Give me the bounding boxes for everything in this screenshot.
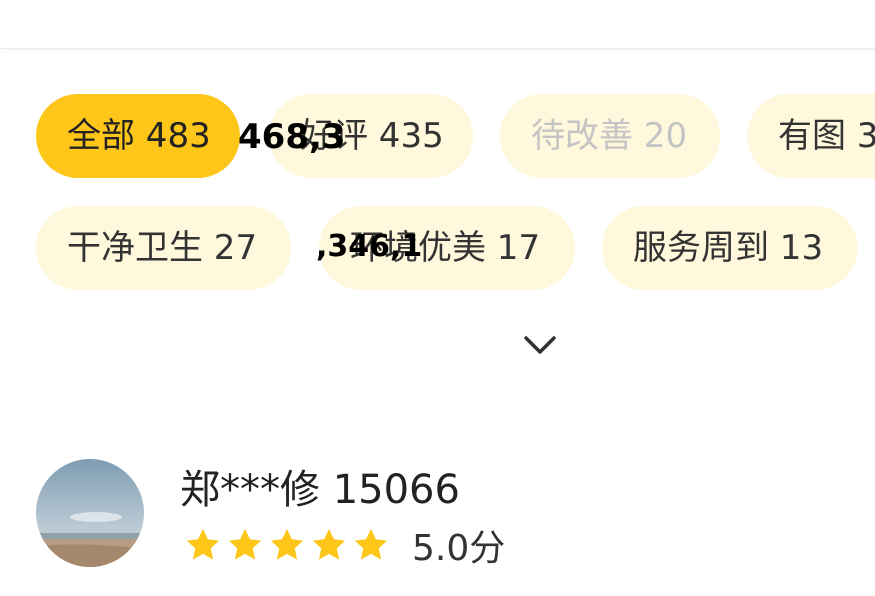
filter-chip-all[interactable]: 全部 483	[36, 94, 240, 178]
chevron-down-icon[interactable]	[522, 330, 558, 360]
review-page: 全部 483 好评 435 待改善 20 有图 3 干净卫生 27 环境优美 1…	[0, 0, 875, 596]
top-bar	[0, 0, 875, 49]
filter-chip-needs-improvement[interactable]: 待改善 20	[500, 94, 720, 178]
filter-chip-service[interactable]: 服务周到 13	[602, 206, 858, 290]
avatar[interactable]	[36, 459, 144, 567]
star-icon	[312, 528, 346, 560]
rating-score: 5.0分	[412, 528, 506, 569]
rating-stars	[184, 526, 390, 564]
overlay-text: ,346,1	[316, 229, 423, 264]
star-icon	[228, 528, 262, 560]
star-icon	[354, 528, 388, 560]
filter-chip-with-photos[interactable]: 有图 3	[747, 94, 875, 178]
filter-chip-clean[interactable]: 干净卫生 27	[36, 206, 291, 290]
reviewer-name[interactable]: 郑***修 15066	[180, 462, 460, 518]
star-icon	[270, 528, 304, 560]
star-icon	[186, 528, 220, 560]
overlay-text: 468,3	[238, 117, 346, 157]
